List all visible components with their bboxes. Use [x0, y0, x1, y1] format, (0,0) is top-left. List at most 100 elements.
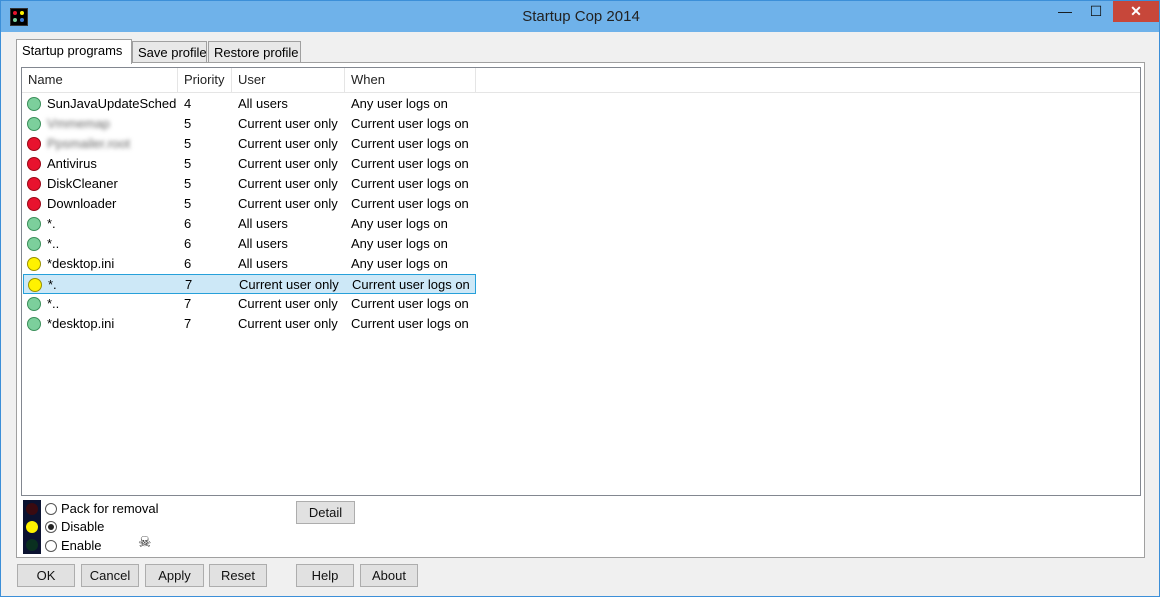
green-light-icon: [26, 539, 38, 551]
row-name: *desktop.ini: [47, 316, 115, 331]
radio-button[interactable]: [45, 503, 57, 515]
row-priority: 5: [184, 136, 192, 151]
table-row[interactable]: *desktop.ini 6 All users Any user logs on: [23, 254, 476, 274]
row-user: All users: [238, 216, 288, 231]
row-when: Any user logs on: [351, 216, 448, 231]
skull-crossbones-icon: ☠: [138, 534, 152, 551]
green-status-icon: [27, 97, 41, 111]
ok-button[interactable]: OK: [17, 564, 75, 587]
startup-list[interactable]: Name Priority User When SunJavaUpdateSch…: [21, 67, 1141, 496]
yellow-light-icon: [26, 521, 38, 533]
red-status-icon: [27, 137, 41, 151]
row-name: Antivirus: [47, 156, 97, 171]
row-priority: 5: [184, 116, 192, 131]
row-name: Ppsmailer.root: [47, 136, 131, 151]
row-when: Current user logs on: [351, 116, 469, 131]
yellow-status-icon: [28, 278, 42, 292]
help-button[interactable]: Help: [296, 564, 354, 587]
row-priority: 7: [184, 296, 192, 311]
row-user: Current user only: [238, 316, 338, 331]
row-user: Current user only: [238, 176, 338, 191]
row-priority: 6: [184, 216, 192, 231]
list-header: Name Priority User When: [22, 68, 1140, 93]
radio-label: Disable: [61, 519, 105, 534]
row-when: Any user logs on: [351, 256, 448, 271]
table-row[interactable]: *.. 6 All users Any user logs on: [23, 234, 476, 254]
apply-button[interactable]: Apply: [145, 564, 204, 587]
green-status-icon: [27, 297, 41, 311]
row-user: Current user only: [238, 296, 338, 311]
row-when: Any user logs on: [351, 96, 448, 111]
row-when: Current user logs on: [351, 136, 469, 151]
row-when: Current user logs on: [351, 176, 469, 191]
tab-panel: Name Priority User When SunJavaUpdateSch…: [16, 62, 1145, 558]
row-user: Current user only: [238, 116, 338, 131]
row-name: *..: [47, 236, 60, 251]
row-name: *.: [47, 216, 56, 231]
tab-restore-profile[interactable]: Restore profile: [208, 41, 301, 62]
window-title: Startup Cop 2014: [522, 8, 640, 25]
column-header-priority[interactable]: Priority: [178, 68, 232, 92]
table-row[interactable]: Downloader 5 Current user only Current user…: [23, 194, 476, 214]
row-when: Current user logs on: [351, 316, 469, 331]
table-row[interactable]: Vmmemap 5 Current user only Current user lo…: [23, 114, 476, 134]
row-when: Current user logs on: [351, 156, 469, 171]
yellow-status-icon: [27, 257, 41, 271]
table-row[interactable]: *. 6 All users Any user logs on: [23, 214, 476, 234]
table-row[interactable]: *.. 7 Current user only Current user logs o…: [23, 294, 476, 314]
row-user: All users: [238, 96, 288, 111]
maximize-icon[interactable]: ☐: [1081, 1, 1111, 22]
row-priority: 7: [185, 277, 193, 292]
row-priority: 5: [184, 156, 192, 171]
red-status-icon: [27, 157, 41, 171]
table-row[interactable]: Antivirus 5 Current user only Current user …: [23, 154, 476, 174]
green-status-icon: [27, 217, 41, 231]
row-name: Downloader: [47, 196, 117, 211]
row-user: Current user only: [238, 156, 338, 171]
row-name: *..: [47, 296, 60, 311]
red-light-icon: [26, 503, 38, 515]
radio-button[interactable]: [45, 540, 57, 552]
minimize-icon[interactable]: —: [1050, 1, 1080, 22]
tab-startup-programs[interactable]: Startup programs: [16, 39, 132, 64]
green-status-icon: [27, 317, 41, 331]
column-header-user[interactable]: User: [232, 68, 345, 92]
row-priority: 6: [184, 256, 192, 271]
table-row[interactable]: *desktop.ini 7 Current user only Current us…: [23, 314, 476, 334]
column-header-when[interactable]: When: [345, 68, 476, 92]
row-user: All users: [238, 236, 288, 251]
table-row[interactable]: SunJavaUpdateSched 4 All users Any user log…: [23, 94, 476, 114]
tab-save-profile[interactable]: Save profile: [132, 41, 207, 62]
row-user: Current user only: [238, 196, 338, 211]
about-button[interactable]: About: [360, 564, 418, 587]
row-name: SunJavaUpdateSched: [47, 96, 177, 111]
row-when: Any user logs on: [351, 236, 448, 251]
cancel-button[interactable]: Cancel: [81, 564, 139, 587]
row-when: Current user logs on: [351, 296, 469, 311]
row-priority: 4: [184, 96, 192, 111]
radio-label: Enable: [61, 538, 102, 553]
row-user: All users: [238, 256, 288, 271]
traffic-light-icon: [23, 500, 41, 554]
table-row[interactable]: DiskCleaner 5 Current user only Current use…: [23, 174, 476, 194]
row-when: Current user logs on: [352, 277, 470, 292]
table-row[interactable]: *. 7 Current user only Current user logs on: [23, 274, 476, 294]
radio-label: Pack for removal: [61, 501, 159, 516]
red-status-icon: [27, 177, 41, 191]
radio-button[interactable]: [45, 521, 57, 533]
detail-button[interactable]: Detail: [296, 501, 355, 524]
row-name: DiskCleaner: [47, 176, 118, 191]
reset-button[interactable]: Reset: [209, 564, 267, 587]
row-priority: 5: [184, 176, 192, 191]
row-name: *.: [48, 277, 57, 292]
row-name: *desktop.ini: [47, 256, 115, 271]
row-priority: 5: [184, 196, 192, 211]
row-name: Vmmemap: [47, 116, 110, 131]
title-bar[interactable]: Startup Cop 2014 — ☐ ✕: [1, 1, 1159, 32]
row-priority: 7: [184, 316, 192, 331]
close-icon: ✕: [1130, 3, 1142, 19]
close-button[interactable]: ✕: [1113, 1, 1159, 22]
column-header-name[interactable]: Name: [22, 68, 178, 92]
green-status-icon: [27, 237, 41, 251]
table-row[interactable]: Ppsmailer.root 5 Current user only Current …: [23, 134, 476, 154]
